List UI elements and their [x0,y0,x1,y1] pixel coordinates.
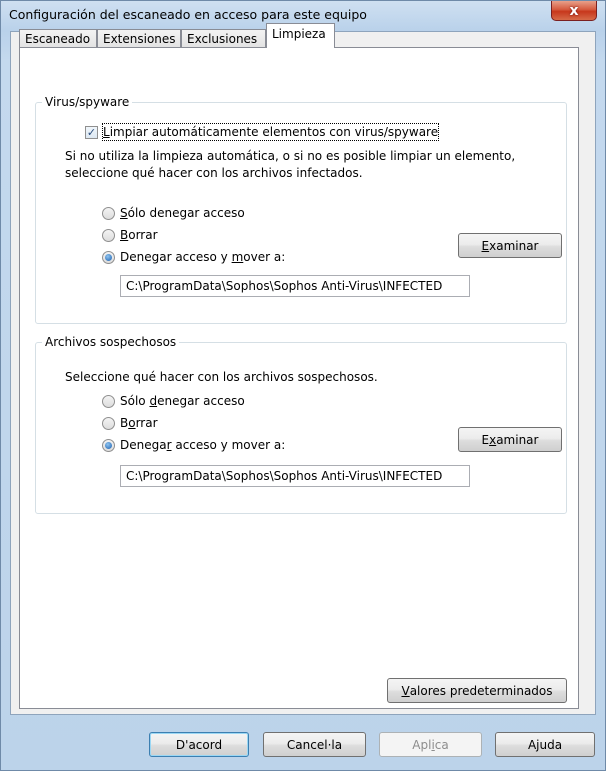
suspicious-files-group-title: Archivos sospechosos [42,335,180,349]
virus-spyware-group: Virus/spyware ✓ Limpiar automáticamente … [35,95,567,324]
tab-exclusiones[interactable]: Exclusiones [181,29,266,47]
virus-move-radio[interactable] [102,251,115,264]
suspicious-move-radio[interactable] [102,439,115,452]
dialog-window: Configuración del escaneado en acceso pa… [0,0,606,771]
cancel-button[interactable]: Cancel·la [263,732,366,757]
suspicious-deny-access-radio[interactable] [102,395,115,408]
virus-deny-access-label[interactable]: Sólo denegar acceso [120,205,245,221]
suspicious-files-group: Archivos sospechosos Seleccione qué hace… [35,335,567,514]
suspicious-delete-label[interactable]: Borrar [120,415,158,431]
suspicious-quarantine-path-field[interactable]: C:\ProgramData\Sophos\Sophos Anti-Virus\… [120,465,470,487]
auto-clean-checkbox[interactable]: ✓ [85,126,98,139]
tab-limpieza[interactable]: Limpieza [266,23,335,48]
check-icon: ✓ [86,126,97,139]
restore-defaults-button[interactable]: Valores predeterminados [387,678,567,703]
help-button[interactable]: Ajuda [495,732,595,757]
suspicious-move-label[interactable]: Denegar acceso y mover a: [120,437,285,453]
virus-delete-radio[interactable] [102,229,115,242]
virus-browse-button[interactable]: Examinar [458,233,562,258]
virus-description-line-2: seleccione qué hacer con los archivos in… [65,166,363,180]
window-title: Configuración del escaneado en acceso pa… [9,7,367,22]
tab-panel-limpieza: Virus/spyware ✓ Limpiar automáticamente … [19,47,579,709]
tab-escaneado[interactable]: Escaneado [19,29,97,47]
suspicious-description: Seleccione qué hacer con los archivos so… [65,370,378,384]
suspicious-delete-radio[interactable] [102,417,115,430]
virus-delete-label[interactable]: Borrar [120,227,158,243]
close-icon: x [569,2,579,19]
close-button[interactable]: x [551,1,597,21]
virus-description-line-1: Si no utiliza la limpieza automática, o … [65,149,516,163]
virus-move-label[interactable]: Denegar acceso y mover a: [120,249,285,265]
virus-quarantine-path-field[interactable]: C:\ProgramData\Sophos\Sophos Anti-Virus\… [120,275,470,297]
suspicious-deny-access-label[interactable]: Sólo denegar acceso [120,393,245,409]
tab-extensiones[interactable]: Extensiones [97,29,181,47]
virus-deny-access-radio[interactable] [102,207,115,220]
ok-button[interactable]: D'acord [149,732,249,757]
auto-clean-label[interactable]: Limpiar automáticamente elementos con vi… [101,123,440,141]
suspicious-browse-button[interactable]: Ex aminar [458,427,562,452]
apply-button[interactable]: Apl i ca [379,732,482,757]
auto-clean-label-text: impiar automáticamente elementos con vir… [109,125,439,139]
virus-spyware-group-title: Virus/spyware [42,95,133,109]
auto-clean-access-key: L [103,125,110,139]
